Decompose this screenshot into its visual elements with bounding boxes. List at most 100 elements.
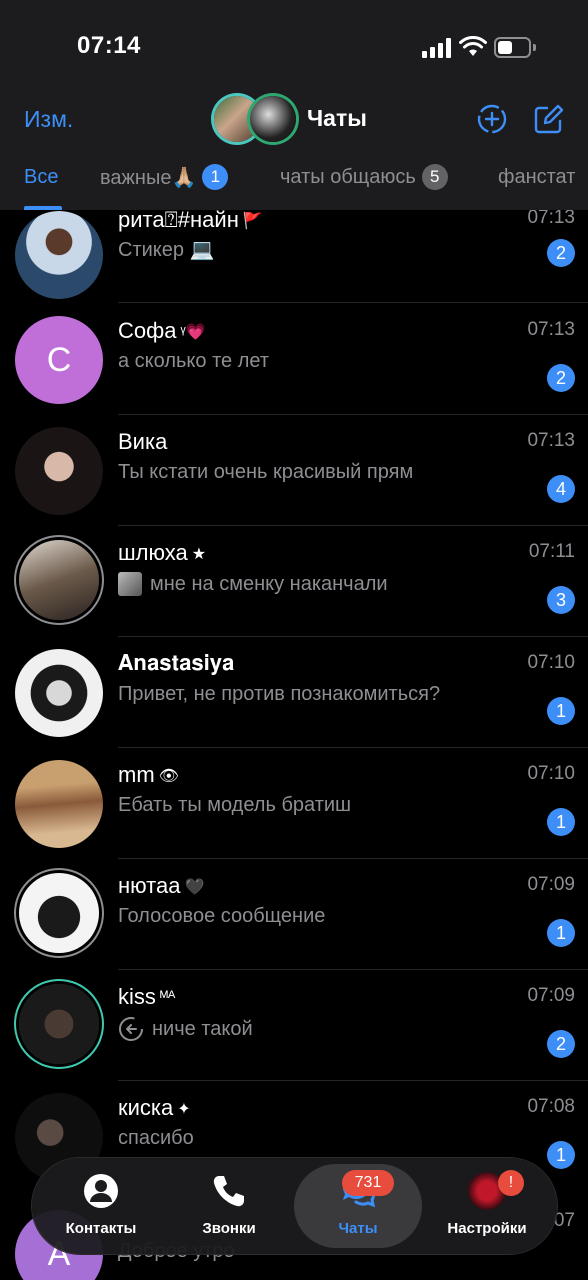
chat-list: рита⍰#найн 🚩 Стикер 💻 07:13 2 С Софа ᵞ💗 а … — [0, 210, 588, 1280]
tab-label: Настройки — [447, 1220, 527, 1237]
unread-badge: 1 — [547, 1141, 575, 1169]
tab-label: фанстат — [498, 165, 576, 188]
chat-row[interactable]: kiss ᴹᴬ ниче такой 07:09 2 — [0, 974, 588, 1085]
chat-time: 07:13 — [527, 430, 575, 451]
tab-chats[interactable]: Чаты 731 — [322, 1158, 394, 1254]
divider — [118, 302, 588, 303]
chat-row[interactable]: шлюха ★ мне на сменку наканчали 07:11 3 — [0, 530, 588, 641]
chat-last-message: ниче такой — [118, 1016, 253, 1042]
person-icon — [84, 1174, 118, 1208]
chat-time: 07:10 — [527, 763, 575, 784]
chats-header: Изм. Чаты Все важные🙏🏼 1 чаты общаюсь 5 … — [0, 90, 588, 210]
unread-badge: 3 — [547, 586, 575, 614]
chat-last-message: Голосовое сообщение — [118, 905, 326, 927]
tab-count-badge: 1 — [202, 164, 229, 190]
chat-time: 07:08 — [527, 1096, 575, 1117]
unread-badge: 1 — [547, 808, 575, 836]
chat-last-message: спасибо — [118, 1127, 194, 1149]
unread-badge: 4 — [547, 475, 575, 503]
chat-last-message: Ты кстати очень красивый прям — [118, 461, 414, 483]
battery-icon — [494, 37, 536, 58]
chat-avatar: С — [15, 316, 103, 404]
chat-last-message: Привет, не против познакомиться? — [118, 683, 441, 705]
tab-important[interactable]: важные🙏🏼 1 — [100, 162, 229, 192]
tab-chats-talking[interactable]: чаты общаюсь 5 — [280, 162, 448, 192]
tab-contacts[interactable]: Контакты — [62, 1158, 140, 1254]
divider — [118, 969, 588, 970]
chat-avatar — [15, 211, 103, 299]
forwarded-icon — [119, 1017, 143, 1041]
chat-time: 07:13 — [527, 319, 575, 340]
tab-label: Звонки — [202, 1220, 256, 1237]
tab-bar: Контакты Звонки Чаты 731 Настройки ! — [32, 1158, 557, 1254]
chat-name: нютаа 🖤 — [118, 873, 205, 898]
chat-avatar — [19, 873, 99, 953]
unread-badge: 2 — [547, 1030, 575, 1058]
unread-badge: 2 — [547, 239, 575, 267]
status-bar: 07:14 — [0, 0, 588, 90]
chat-name: 𝐀𝐧𝐚𝐬𝐭𝐚𝐬𝐢𝐲𝐚 — [118, 651, 235, 676]
chat-name: kiss ᴹᴬ — [118, 984, 176, 1009]
chat-last-message: мне на сменку наканчали — [118, 572, 388, 596]
chat-row[interactable]: 𝐀𝐧𝐚𝐬𝐭𝐚𝐬𝐢𝐲𝐚 Привет, не против познакомить… — [0, 641, 588, 752]
chat-name: Вика — [118, 429, 168, 454]
story-avatar — [250, 96, 296, 142]
chat-time: 07:09 — [527, 874, 575, 895]
folder-tabs: Все важные🙏🏼 1 чаты общаюсь 5 фанстат — [0, 162, 588, 210]
tab-label: Все — [24, 165, 59, 188]
chat-row[interactable]: нютаа 🖤 Голосовое сообщение 07:09 1 — [0, 863, 588, 974]
chat-last-message: Стикер 💻 — [118, 239, 215, 261]
page-title: Чаты — [307, 105, 367, 131]
divider — [118, 525, 588, 526]
chat-row[interactable]: С Софа ᵞ💗 а сколько те лет 07:13 2 — [0, 308, 588, 419]
tab-all[interactable]: Все — [24, 162, 58, 192]
divider — [118, 1080, 588, 1081]
tab-settings[interactable]: Настройки ! — [444, 1158, 530, 1254]
chat-name: киска ✦ — [118, 1095, 191, 1120]
chat-avatar — [19, 984, 99, 1064]
chat-avatar — [15, 649, 103, 737]
chat-avatar — [15, 760, 103, 848]
divider — [118, 414, 588, 415]
chat-time: 07:10 — [527, 652, 575, 673]
phone-icon — [213, 1176, 244, 1207]
chat-name: mm 👁 — [118, 762, 179, 787]
chat-name: рита⍰#найн 🚩 — [118, 210, 263, 232]
new-story-icon[interactable] — [476, 103, 508, 135]
media-thumbnail — [118, 572, 142, 596]
tab-calls[interactable]: Звонки — [192, 1158, 266, 1254]
chat-row[interactable]: рита⍰#найн 🚩 Стикер 💻 07:13 2 — [0, 210, 588, 308]
compose-icon[interactable] — [533, 103, 565, 135]
unread-total-badge: 731 — [342, 1170, 394, 1196]
unread-badge: 2 — [547, 364, 575, 392]
stories-avatars[interactable] — [214, 96, 300, 142]
tab-label: Чаты — [338, 1220, 378, 1237]
tab-label: Контакты — [65, 1220, 137, 1237]
unread-badge: 1 — [547, 919, 575, 947]
chat-name: шлюха ★ — [118, 540, 207, 565]
chat-avatar — [15, 427, 103, 515]
chat-last-message: а сколько те лет — [118, 350, 269, 372]
chat-time: 07 — [553, 1210, 575, 1231]
chat-time: 07:13 — [527, 210, 575, 228]
tab-count-badge: 5 — [421, 164, 448, 190]
chat-time: 07:11 — [528, 541, 575, 562]
tab-fanstat[interactable]: фанстат — [498, 162, 575, 192]
divider — [118, 747, 588, 748]
unread-badge: 1 — [547, 697, 575, 725]
divider — [118, 636, 588, 637]
chat-row[interactable]: Вика Ты кстати очень красивый прям 07:13… — [0, 419, 588, 530]
tab-label: важные🙏🏼 — [100, 166, 197, 189]
wifi-icon — [459, 36, 487, 56]
chat-name: Софа ᵞ💗 — [118, 318, 206, 343]
edit-button[interactable]: Изм. — [24, 106, 73, 133]
tab-label: чаты общаюсь — [280, 165, 416, 188]
status-time: 07:14 — [77, 32, 141, 59]
divider — [118, 858, 588, 859]
alert-badge: ! — [498, 1170, 524, 1196]
chat-last-message: Ебать ты модель братиш — [118, 794, 352, 816]
chat-avatar — [19, 540, 99, 620]
chat-time: 07:09 — [527, 985, 575, 1006]
cellular-signal-icon — [422, 38, 452, 58]
chat-row[interactable]: mm 👁 Ебать ты модель братиш 07:10 1 — [0, 752, 588, 863]
